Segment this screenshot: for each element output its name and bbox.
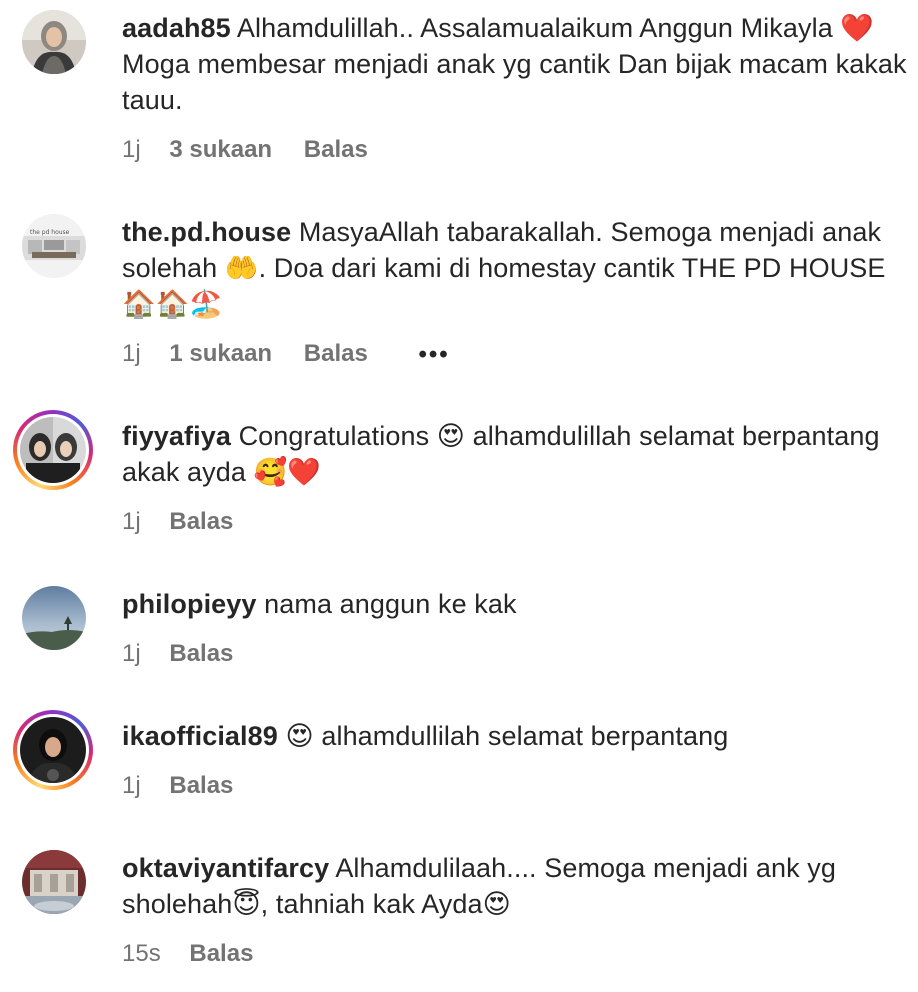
comment-body: fiyyafiya Congratulations 😍 alhamdulilla… bbox=[122, 418, 912, 490]
comment-body: aadah85 Alhamdulillah.. Assalamualaikum … bbox=[122, 10, 912, 118]
reply-button[interactable]: Balas bbox=[304, 136, 368, 164]
reply-button[interactable]: Balas bbox=[304, 340, 368, 368]
comment-body: the.pd.house MasyaAllah tabarakallah. Se… bbox=[122, 214, 912, 322]
more-options-icon[interactable]: ••• bbox=[418, 341, 449, 369]
comment-meta: 1j 3 sukaan Balas bbox=[122, 136, 368, 164]
comment-time[interactable]: 1j bbox=[122, 136, 141, 164]
avatar[interactable] bbox=[22, 586, 86, 650]
avatar bbox=[20, 417, 86, 483]
comment-body: philopieyy nama anggun ke kak bbox=[122, 586, 912, 622]
comment-time[interactable]: 15s bbox=[122, 940, 161, 968]
comment-username[interactable]: fiyyafiya bbox=[122, 421, 231, 451]
avatar-story-ring[interactable] bbox=[13, 410, 93, 490]
comment-meta: 15s Balas bbox=[122, 940, 253, 968]
comment-meta: 1j 1 sukaan Balas ••• bbox=[122, 340, 450, 369]
comment-time[interactable]: 1j bbox=[122, 772, 141, 800]
avatar[interactable] bbox=[22, 10, 86, 74]
comment-meta: 1j Balas bbox=[122, 508, 233, 536]
comment-text: Congratulations 😍 alhamdulillah selamat … bbox=[122, 421, 880, 487]
comment-body: oktaviyantifarcy Alhamdulilaah.... Semog… bbox=[122, 850, 912, 922]
comment-time[interactable]: 1j bbox=[122, 340, 141, 368]
comment-time[interactable]: 1j bbox=[122, 640, 141, 668]
reply-button[interactable]: Balas bbox=[169, 772, 233, 800]
comment-likes[interactable]: 1 sukaan bbox=[169, 340, 272, 368]
comment-text: nama anggun ke kak bbox=[264, 589, 517, 619]
comment-username[interactable]: aadah85 bbox=[122, 13, 231, 43]
comment-username[interactable]: ikaofficial89 bbox=[122, 721, 278, 751]
avatar[interactable]: the pd house bbox=[22, 214, 86, 278]
comment-username[interactable]: philopieyy bbox=[122, 589, 257, 619]
comment-time[interactable]: 1j bbox=[122, 508, 141, 536]
svg-text:the pd house: the pd house bbox=[30, 229, 70, 236]
avatar bbox=[20, 717, 86, 783]
comment-meta: 1j Balas bbox=[122, 640, 233, 668]
reply-button[interactable]: Balas bbox=[169, 508, 233, 536]
avatar[interactable] bbox=[22, 850, 86, 914]
comment-username[interactable]: oktaviyantifarcy bbox=[122, 853, 329, 883]
avatar-story-ring[interactable] bbox=[13, 710, 93, 790]
comment-text: 😍 alhamdullilah selamat berpantang bbox=[285, 721, 729, 751]
comment-body: ikaofficial89 😍 alhamdullilah selamat be… bbox=[122, 718, 912, 754]
comment-text: Alhamdulillah.. Assalamualaikum Anggun M… bbox=[122, 13, 907, 115]
comment-likes[interactable]: 3 sukaan bbox=[169, 136, 272, 164]
reply-button[interactable]: Balas bbox=[189, 940, 253, 968]
comment-meta: 1j Balas bbox=[122, 772, 233, 800]
reply-button[interactable]: Balas bbox=[169, 640, 233, 668]
comment-username[interactable]: the.pd.house bbox=[122, 217, 291, 247]
